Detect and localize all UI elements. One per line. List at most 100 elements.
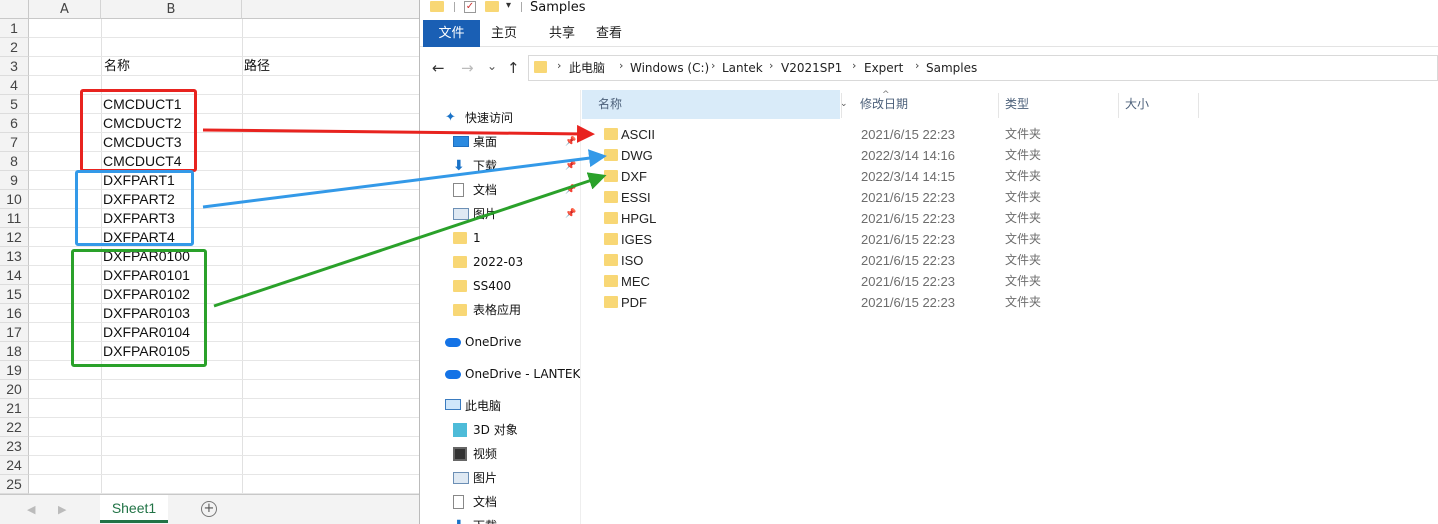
column-divider[interactable]: [841, 93, 842, 118]
scroll-left-icon[interactable]: ◀: [27, 503, 35, 516]
sheet-tab-bar: ◀ ▶ Sheet1 +: [0, 494, 419, 524]
nav-item[interactable]: 视频: [420, 443, 580, 465]
nav-item[interactable]: ✦ 快速访问: [420, 107, 580, 129]
nav-item[interactable]: 文档: [420, 491, 580, 513]
column-header-size[interactable]: 大小: [1120, 90, 1198, 119]
row-header[interactable]: 3: [0, 57, 29, 76]
file-row[interactable]: ISO 2021/6/15 22:23 文件夹: [582, 250, 1438, 271]
up-icon[interactable]: ↑: [507, 59, 520, 77]
tab-file[interactable]: 文件: [423, 20, 480, 47]
row-header[interactable]: 16: [0, 304, 29, 323]
row-header[interactable]: 1: [0, 19, 29, 38]
nav-item[interactable]: 1: [420, 227, 580, 249]
row-header[interactable]: 2: [0, 38, 29, 57]
nav-item[interactable]: 2022-03: [420, 251, 580, 273]
column-divider[interactable]: [1118, 93, 1119, 118]
file-row[interactable]: IGES 2021/6/15 22:23 文件夹: [582, 229, 1438, 250]
cell-b3-header-name[interactable]: 名称: [104, 57, 130, 76]
breadcrumb-expert[interactable]: Expert: [864, 56, 903, 80]
column-divider[interactable]: [998, 93, 999, 118]
pin-icon[interactable]: 📌: [565, 131, 576, 153]
nav-item-label: 此电脑: [465, 399, 502, 413]
tab-view[interactable]: 查看: [591, 20, 627, 47]
row-header[interactable]: 9: [0, 171, 29, 190]
file-row[interactable]: HPGL 2021/6/15 22:23 文件夹: [582, 208, 1438, 229]
nav-item[interactable]: OneDrive - LANTEK: [420, 363, 580, 385]
column-divider[interactable]: [1198, 93, 1199, 118]
pin-icon[interactable]: 📌: [565, 155, 576, 177]
nav-item[interactable]: 图片: [420, 467, 580, 489]
file-row[interactable]: PDF 2021/6/15 22:23 文件夹: [582, 292, 1438, 313]
nav-item[interactable]: 此电脑: [420, 395, 580, 417]
row-header[interactable]: 5: [0, 95, 29, 114]
chevron-right-icon[interactable]: ›: [915, 59, 919, 72]
row-header[interactable]: 24: [0, 456, 29, 475]
customize-toolbar-icon[interactable]: ▾: [506, 0, 511, 11]
row-header[interactable]: 18: [0, 342, 29, 361]
breadcrumb-v2021sp1[interactable]: V2021SP1: [781, 56, 842, 80]
pin-icon[interactable]: 📌: [565, 203, 576, 225]
column-header-date[interactable]: 修改日期: [844, 90, 994, 119]
row-header[interactable]: 8: [0, 152, 29, 171]
column-header-name[interactable]: 名称 ^ ⌄: [582, 90, 890, 119]
row-header[interactable]: 11: [0, 209, 29, 228]
address-bar[interactable]: › 此电脑 › Windows (C:) › Lantek › V2021SP1…: [528, 55, 1438, 81]
pin-icon[interactable]: 📌: [565, 179, 576, 201]
recent-locations-icon[interactable]: ⌄: [487, 57, 497, 75]
row-header[interactable]: 7: [0, 133, 29, 152]
chevron-right-icon[interactable]: ›: [769, 59, 773, 72]
breadcrumb-lantek[interactable]: Lantek: [722, 56, 763, 80]
row-header[interactable]: 20: [0, 380, 29, 399]
row-header[interactable]: 13: [0, 247, 29, 266]
nav-item[interactable]: 图片 📌: [420, 203, 580, 225]
row-header[interactable]: 10: [0, 190, 29, 209]
row-header[interactable]: 19: [0, 361, 29, 380]
breadcrumb-samples[interactable]: Samples: [926, 56, 977, 80]
sheet-tab-sheet1[interactable]: Sheet1: [100, 495, 168, 523]
chevron-right-icon[interactable]: ›: [619, 59, 623, 72]
row-header[interactable]: 22: [0, 418, 29, 437]
scroll-right-icon[interactable]: ▶: [58, 503, 66, 516]
row-header[interactable]: 14: [0, 266, 29, 285]
select-all-corner[interactable]: [0, 0, 29, 19]
row-header[interactable]: 15: [0, 285, 29, 304]
column-header-type[interactable]: 类型: [1000, 90, 1117, 119]
row-header[interactable]: 17: [0, 323, 29, 342]
nav-item[interactable]: OneDrive: [420, 331, 580, 353]
chevron-right-icon[interactable]: ›: [557, 59, 561, 72]
row-header[interactable]: 12: [0, 228, 29, 247]
file-row[interactable]: DXF 2022/3/14 14:15 文件夹: [582, 166, 1438, 187]
new-folder-icon[interactable]: [485, 1, 499, 12]
file-row[interactable]: ESSI 2021/6/15 22:23 文件夹: [582, 187, 1438, 208]
row-header[interactable]: 4: [0, 76, 29, 95]
nav-item[interactable]: 表格应用: [420, 299, 580, 321]
row-header[interactable]: 23: [0, 437, 29, 456]
nav-item[interactable]: ⬇ 下载 📌: [420, 155, 580, 177]
back-icon[interactable]: ←: [432, 59, 445, 77]
chevron-right-icon[interactable]: ›: [711, 59, 715, 72]
row-header[interactable]: 25: [0, 475, 29, 494]
file-row[interactable]: ASCII 2021/6/15 22:23 文件夹: [582, 124, 1438, 145]
properties-check-icon[interactable]: ✓: [464, 1, 476, 13]
nav-item[interactable]: 文档 📌: [420, 179, 580, 201]
breadcrumb-this-pc[interactable]: 此电脑: [569, 56, 605, 80]
breadcrumb-windows-c[interactable]: Windows (C:): [630, 56, 709, 80]
tab-home[interactable]: 主页: [486, 20, 522, 47]
column-header-c[interactable]: [242, 0, 419, 19]
add-sheet-icon[interactable]: +: [201, 501, 217, 517]
tab-share[interactable]: 共享: [544, 20, 580, 47]
nav-item[interactable]: 桌面 📌: [420, 131, 580, 153]
row-header[interactable]: 21: [0, 399, 29, 418]
nav-item[interactable]: 3D 对象: [420, 419, 580, 441]
cell-c3-header-path[interactable]: 路径: [244, 57, 270, 76]
chevron-right-icon[interactable]: ›: [852, 59, 856, 72]
column-header-a[interactable]: A: [29, 0, 101, 19]
nav-item[interactable]: SS400: [420, 275, 580, 297]
nav-item[interactable]: ⬇ 下载: [420, 515, 580, 524]
document-icon: [453, 183, 464, 197]
column-header-b[interactable]: B: [101, 0, 242, 19]
file-row[interactable]: MEC 2021/6/15 22:23 文件夹: [582, 271, 1438, 292]
forward-icon[interactable]: →: [461, 59, 474, 77]
file-row[interactable]: DWG 2022/3/14 14:16 文件夹: [582, 145, 1438, 166]
row-header[interactable]: 6: [0, 114, 29, 133]
